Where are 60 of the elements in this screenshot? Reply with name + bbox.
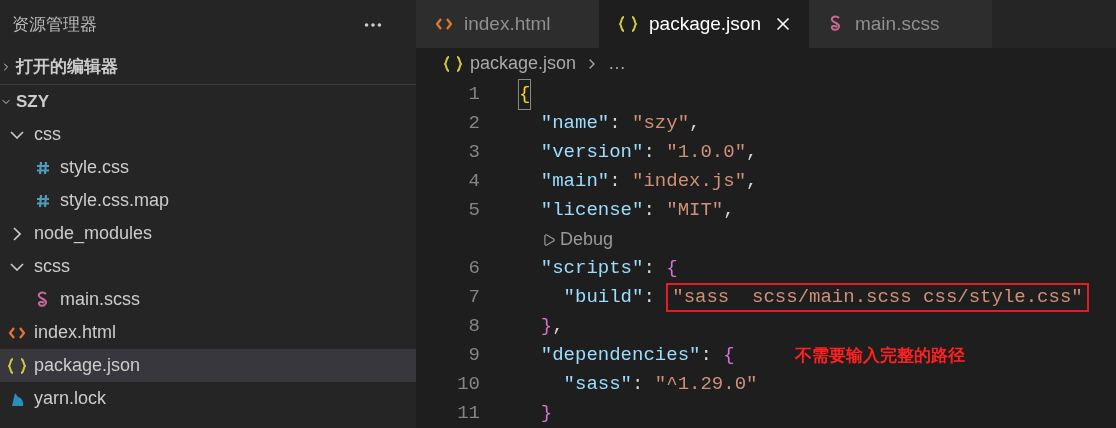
braces-icon (444, 55, 462, 72)
file-name: index.html (34, 321, 117, 344)
annotation-note: 不需要输入完整的路径 (794, 344, 965, 367)
panel-title: 资源管理器 (12, 14, 97, 37)
code-icon (436, 17, 452, 30)
code-line: }, (539, 314, 564, 340)
file-name: css (34, 123, 61, 146)
line-number: 5 (467, 198, 480, 224)
line-number: 2 (467, 111, 480, 137)
scss-icon (36, 290, 50, 309)
breadcrumb-more[interactable]: … (608, 50, 627, 78)
tree-item[interactable]: style.css (0, 151, 416, 184)
section-header[interactable]: 打开的编辑器 (0, 50, 416, 84)
code-line: "main": "index.js", (539, 169, 758, 195)
braces-icon (619, 15, 637, 32)
code-line: } (539, 401, 553, 427)
hash-icon (36, 193, 50, 208)
scss-icon (828, 14, 843, 33)
line-number: 9 (467, 343, 480, 369)
line-number: 3 (467, 140, 480, 166)
line-number: 10 (456, 372, 480, 398)
tree-item[interactable]: scss (0, 250, 416, 283)
file-name: scss (34, 255, 70, 278)
file-name: style.css.map (60, 189, 170, 212)
tree-item[interactable]: main.scss (0, 283, 416, 316)
code-line: "version": "1.0.0", (539, 140, 758, 166)
tree-item[interactable]: package.json (0, 349, 416, 382)
tree-item[interactable]: index.html (0, 316, 416, 349)
line-number: 1 (467, 82, 480, 108)
section-header[interactable]: SZY (0, 84, 416, 118)
section-label: SZY (16, 90, 50, 113)
line-number: 11 (456, 401, 480, 427)
debug-link[interactable]: Debug (560, 226, 614, 253)
play-icon[interactable] (542, 232, 556, 247)
line-number: 7 (467, 285, 480, 311)
code-line: "license": "MIT", (539, 198, 735, 224)
code-line: "scripts": { (539, 256, 678, 282)
tree-item[interactable]: css (0, 118, 416, 151)
braces-icon (8, 357, 26, 374)
tree-item[interactable]: node_modules (0, 217, 416, 250)
code-icon (9, 326, 25, 339)
file-name: package.json (34, 354, 141, 377)
editor-tab[interactable]: main.scss (808, 0, 992, 48)
line-number: 8 (467, 314, 480, 340)
hash-icon (36, 160, 50, 175)
tree-item[interactable]: yarn.lock (0, 382, 416, 415)
file-name: main.scss (60, 288, 140, 311)
file-name: node_modules (34, 222, 153, 246)
editor-tab[interactable]: index.html (416, 0, 599, 48)
file-name: style.css (60, 156, 129, 179)
breadcrumb-file[interactable]: package.json (470, 50, 577, 78)
tree-item[interactable]: style.css.map (0, 184, 416, 217)
code-line: "sass": "^1.29.0" (562, 372, 758, 398)
line-number: 4 (467, 169, 480, 195)
line-number: 6 (467, 256, 480, 282)
section-label: 打开的编辑器 (16, 56, 118, 79)
code-line: "name": "szy", (539, 111, 701, 137)
file-name: yarn.lock (34, 387, 107, 410)
code-line: "dependencies": { (539, 343, 735, 369)
editor-tab[interactable]: package.json (599, 0, 809, 48)
